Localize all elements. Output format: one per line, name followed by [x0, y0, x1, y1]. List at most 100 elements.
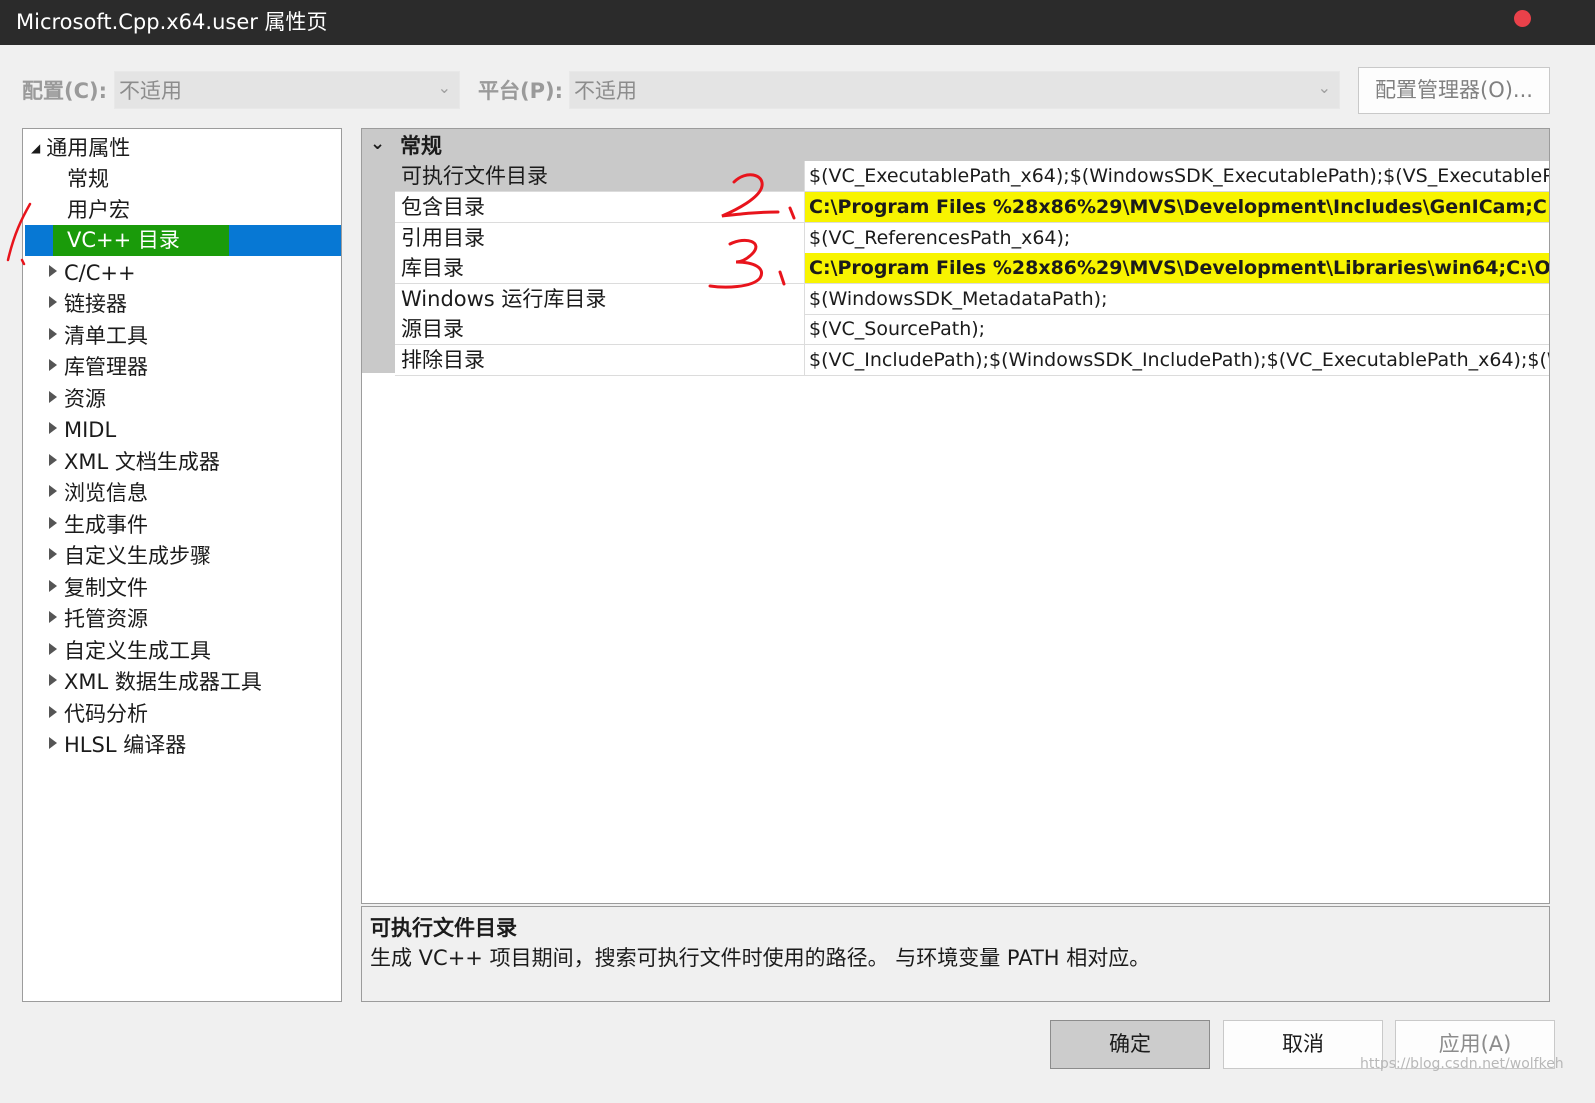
grid-gutter: [362, 129, 395, 373]
property-row-winrt-dirs[interactable]: Windows 运行库目录 $(WindowsSDK_MetadataPath)…: [395, 284, 1549, 315]
tree-item[interactable]: C/C++: [49, 258, 136, 288]
config-value: 不适用: [119, 79, 182, 103]
tree-item-label: 自定义生成工具: [64, 639, 211, 663]
tree-item-label: 浏览信息: [64, 481, 148, 505]
tree-item-label: 复制文件: [64, 576, 148, 600]
tree-item-label: 托管资源: [64, 607, 148, 631]
property-name: 排除目录: [395, 345, 805, 375]
expand-arrow-icon[interactable]: [49, 328, 57, 340]
property-row-library-dirs[interactable]: 库目录 C:\Program Files %28x86%29\MVS\Devel…: [395, 253, 1549, 284]
property-grid[interactable]: ⌄ 常规 可执行文件目录 $(VC_ExecutablePath_x64);$(…: [361, 128, 1550, 904]
property-value[interactable]: $(VC_IncludePath);$(WindowsSDK_IncludePa…: [805, 345, 1549, 375]
close-icon[interactable]: [1514, 10, 1531, 27]
tree-item-label: XML 文档生成器: [64, 450, 220, 474]
property-name: Windows 运行库目录: [395, 284, 805, 314]
expand-arrow-icon[interactable]: [49, 517, 57, 529]
collapse-triangle-icon[interactable]: ◢: [31, 141, 40, 155]
expand-arrow-icon[interactable]: [49, 359, 57, 371]
property-value-highlighted[interactable]: C:\Program Files %28x86%29\MVS\Developme…: [805, 253, 1549, 283]
tree-item-label: 清单工具: [64, 324, 148, 348]
expand-arrow-icon[interactable]: [49, 296, 57, 308]
tree-item[interactable]: 清单工具: [49, 321, 148, 351]
config-manager-button[interactable]: 配置管理器(O)...: [1358, 67, 1550, 114]
property-value[interactable]: $(WindowsSDK_MetadataPath);: [805, 284, 1549, 314]
property-name: 可执行文件目录: [395, 161, 805, 191]
property-name: 库目录: [395, 253, 805, 283]
tree-item-label: C/C++: [64, 261, 136, 285]
expand-arrow-icon[interactable]: [49, 737, 57, 749]
platform-label: 平台(P):: [478, 79, 563, 103]
property-value[interactable]: $(VC_ExecutablePath_x64);$(WindowsSDK_Ex…: [805, 161, 1549, 191]
property-name: 引用目录: [395, 223, 805, 253]
expand-arrow-icon[interactable]: [49, 454, 57, 466]
config-label: 配置(C):: [22, 79, 108, 103]
tree-item-label: 库管理器: [64, 355, 148, 379]
property-value-highlighted[interactable]: C:\Program Files %28x86%29\MVS\Developme…: [805, 192, 1549, 222]
tree-item[interactable]: 复制文件: [49, 573, 148, 603]
expand-arrow-icon[interactable]: [49, 391, 57, 403]
tree-item-general[interactable]: 常规: [67, 164, 109, 194]
tree-item[interactable]: 浏览信息: [49, 478, 148, 508]
property-name: 包含目录: [395, 192, 805, 222]
tree-item[interactable]: 链接器: [49, 289, 127, 319]
chevron-down-icon[interactable]: ⌄: [370, 133, 385, 154]
expand-arrow-icon[interactable]: [49, 706, 57, 718]
description-text: 生成 VC++ 项目期间，搜索可执行文件时使用的路径。 与环境变量 PATH 相…: [370, 946, 1151, 970]
tree-item-vc-directories[interactable]: VC++ 目录: [25, 225, 341, 256]
tree-root-common-properties[interactable]: ◢ 通用属性: [31, 133, 130, 163]
property-row-executable-dirs[interactable]: 可执行文件目录 $(VC_ExecutablePath_x64);$(Windo…: [395, 161, 1549, 192]
platform-dropdown[interactable]: 不适用 ⌄: [569, 71, 1340, 109]
expand-arrow-icon[interactable]: [49, 674, 57, 686]
tree-item[interactable]: 生成事件: [49, 510, 148, 540]
tree-item-label: VC++ 目录: [67, 228, 180, 252]
tree-item-label: 生成事件: [64, 513, 148, 537]
cancel-button[interactable]: 取消: [1223, 1020, 1383, 1069]
tree-item-label: 自定义生成步骤: [64, 544, 211, 568]
expand-arrow-icon[interactable]: [49, 611, 57, 623]
description-title: 可执行文件目录: [370, 916, 517, 940]
category-label: 常规: [400, 134, 442, 158]
category-header-general[interactable]: ⌄ 常规: [362, 129, 1549, 161]
tree-item[interactable]: 自定义生成工具: [49, 636, 211, 666]
property-name: 源目录: [395, 314, 805, 344]
tree-item-label: 代码分析: [64, 702, 148, 726]
property-row-reference-dirs[interactable]: 引用目录 $(VC_ReferencesPath_x64);: [395, 223, 1549, 254]
tree-item-label: MIDL: [64, 418, 117, 442]
property-row-include-dirs[interactable]: 包含目录 C:\Program Files %28x86%29\MVS\Deve…: [395, 192, 1549, 223]
tree-item[interactable]: 资源: [49, 384, 106, 414]
ok-button[interactable]: 确定: [1050, 1020, 1210, 1069]
expand-arrow-icon[interactable]: [49, 643, 57, 655]
expand-arrow-icon[interactable]: [49, 422, 57, 434]
property-value[interactable]: $(VC_SourcePath);: [805, 314, 1549, 344]
expand-arrow-icon[interactable]: [49, 265, 57, 277]
tree-item[interactable]: HLSL 编译器: [49, 730, 186, 760]
tree-item[interactable]: 代码分析: [49, 699, 148, 729]
watermark: https://blog.csdn.net/wolfkeh: [1360, 1056, 1564, 1072]
property-value[interactable]: $(VC_ReferencesPath_x64);: [805, 223, 1549, 253]
property-tree[interactable]: ◢ 通用属性 常规 用户宏 VC++ 目录 C/C++ 链接器 清单工具 库管理器…: [22, 128, 342, 1002]
window-title: Microsoft.Cpp.x64.user 属性页: [16, 10, 328, 34]
tree-item-label: HLSL 编译器: [64, 733, 187, 757]
tree-item[interactable]: 自定义生成步骤: [49, 541, 211, 571]
tree-item-label: 链接器: [64, 292, 127, 316]
property-row-exclude-dirs[interactable]: 排除目录 $(VC_IncludePath);$(WindowsSDK_Incl…: [395, 345, 1549, 376]
chevron-down-icon: ⌄: [437, 78, 451, 97]
tree-item-user-macros[interactable]: 用户宏: [67, 195, 130, 225]
expand-arrow-icon[interactable]: [49, 485, 57, 497]
config-dropdown[interactable]: 不适用 ⌄: [114, 71, 460, 109]
tree-item[interactable]: MIDL: [49, 415, 116, 445]
tree-item[interactable]: XML 数据生成器工具: [49, 667, 262, 697]
expand-arrow-icon[interactable]: [49, 548, 57, 560]
platform-value: 不适用: [574, 79, 637, 103]
chevron-down-icon: ⌄: [1317, 78, 1331, 97]
tree-item-label: XML 数据生成器工具: [64, 670, 262, 694]
property-row-source-dirs[interactable]: 源目录 $(VC_SourcePath);: [395, 314, 1549, 345]
tree-item[interactable]: XML 文档生成器: [49, 447, 220, 477]
description-pane: 可执行文件目录 生成 VC++ 项目期间，搜索可执行文件时使用的路径。 与环境变…: [361, 906, 1550, 1002]
title-bar: Microsoft.Cpp.x64.user 属性页: [0, 0, 1595, 45]
tree-item-label: 资源: [64, 387, 106, 411]
expand-arrow-icon[interactable]: [49, 580, 57, 592]
tree-root-label: 通用属性: [46, 136, 131, 160]
tree-item[interactable]: 托管资源: [49, 604, 148, 634]
tree-item[interactable]: 库管理器: [49, 352, 148, 382]
